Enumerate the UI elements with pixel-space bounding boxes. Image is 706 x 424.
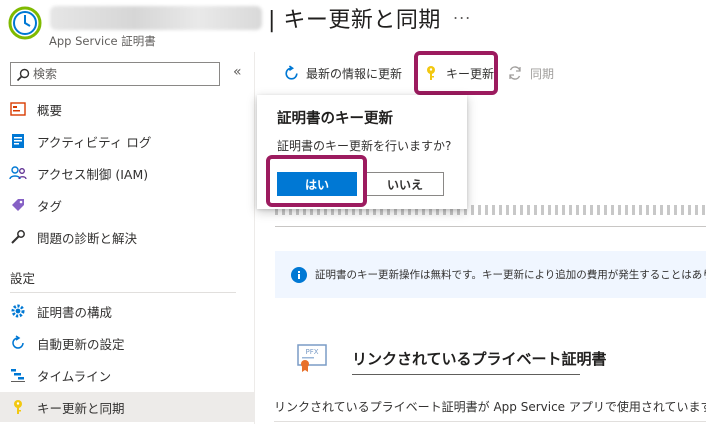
refresh-button[interactable]: 最新の情報に更新 xyxy=(282,60,402,86)
sidebar-item-label: アクティビティ ログ xyxy=(37,134,152,150)
linked-certificates-description: リンクされているプライベート証明書が App Service アプリで使用されて… xyxy=(274,400,706,414)
sync-button[interactable]: 同期 xyxy=(506,60,554,86)
sidebar-item-label: 概要 xyxy=(37,102,63,118)
sidebar-search[interactable] xyxy=(10,62,220,86)
sidebar-item-timeline[interactable]: タイムライン xyxy=(0,360,254,390)
pfx-certificate-icon: PFX xyxy=(295,340,329,374)
refresh-icon xyxy=(9,334,27,352)
overview-icon xyxy=(9,100,27,118)
sidebar-item-auto-renew[interactable]: 自動更新の設定 xyxy=(0,328,254,358)
pfx-icon-text: PFX xyxy=(305,348,318,356)
sidebar-divider xyxy=(254,52,255,424)
wrench-icon xyxy=(9,228,27,246)
timeline-icon xyxy=(9,366,27,384)
sidebar-item-certificate-config[interactable]: 証明書の構成 xyxy=(0,296,254,326)
rekey-highlight xyxy=(414,51,498,95)
sync-icon xyxy=(506,64,524,82)
key-icon xyxy=(9,398,27,416)
settings-section-header: 設定 xyxy=(10,271,36,286)
sidebar-item-overview[interactable]: 概要 xyxy=(0,94,254,124)
no-button[interactable]: いいえ xyxy=(366,172,444,196)
content-divider xyxy=(275,226,706,227)
app-service-certificate-icon xyxy=(8,6,42,40)
resource-name-redacted xyxy=(50,6,262,30)
sidebar-item-activity-log[interactable]: アクティビティ ログ xyxy=(0,126,254,156)
search-input[interactable] xyxy=(33,65,213,83)
search-icon xyxy=(16,67,30,82)
title-underline xyxy=(352,374,580,375)
refresh-icon xyxy=(282,64,300,82)
tag-icon xyxy=(9,196,27,214)
linked-certificates-title: リンクされているプライベート証明書 xyxy=(352,350,607,368)
info-icon xyxy=(291,266,307,283)
sidebar-item-label: キー更新と同期 xyxy=(37,400,125,416)
collapse-sidebar-button[interactable]: « xyxy=(233,64,242,80)
sidebar-item-label: タイムライン xyxy=(37,368,112,384)
info-text: 証明書のキー更新操作は無料です。キー更新により追加の費用が発生することはあり xyxy=(315,269,706,281)
yes-button-highlight xyxy=(266,155,367,207)
access-control-icon xyxy=(9,164,27,182)
sidebar-item-diagnose[interactable]: 問題の診断と解決 xyxy=(0,222,254,252)
page-title: | キー更新と同期 xyxy=(268,8,441,33)
resource-type-subtitle: App Service 証明書 xyxy=(49,34,156,48)
info-banner: 証明書のキー更新操作は無料です。キー更新により追加の費用が発生することはあり xyxy=(275,251,706,298)
sidebar-item-label: 証明書の構成 xyxy=(37,304,113,320)
dialog-message: 証明書のキー更新を行いますか? xyxy=(277,139,452,153)
sidebar-item-label: アクセス制御 (IAM) xyxy=(37,166,149,182)
section-divider xyxy=(10,292,236,293)
sidebar-item-rekey-sync[interactable]: キー更新と同期 xyxy=(0,392,254,422)
content-divider xyxy=(274,421,706,422)
sidebar-item-access-control[interactable]: アクセス制御 (IAM) xyxy=(0,158,254,188)
sidebar-item-label: タグ xyxy=(37,198,63,214)
sidebar-item-tags[interactable]: タグ xyxy=(0,190,254,220)
sidebar-item-label: 自動更新の設定 xyxy=(37,336,125,352)
sidebar-item-label: 問題の診断と解決 xyxy=(37,230,138,246)
sync-label: 同期 xyxy=(530,66,555,81)
refresh-label: 最新の情報に更新 xyxy=(306,66,403,81)
gear-icon xyxy=(9,302,27,320)
more-options-button[interactable]: ... xyxy=(453,4,471,23)
activity-log-icon xyxy=(9,132,27,150)
dialog-title: 証明書のキー更新 xyxy=(277,111,393,127)
